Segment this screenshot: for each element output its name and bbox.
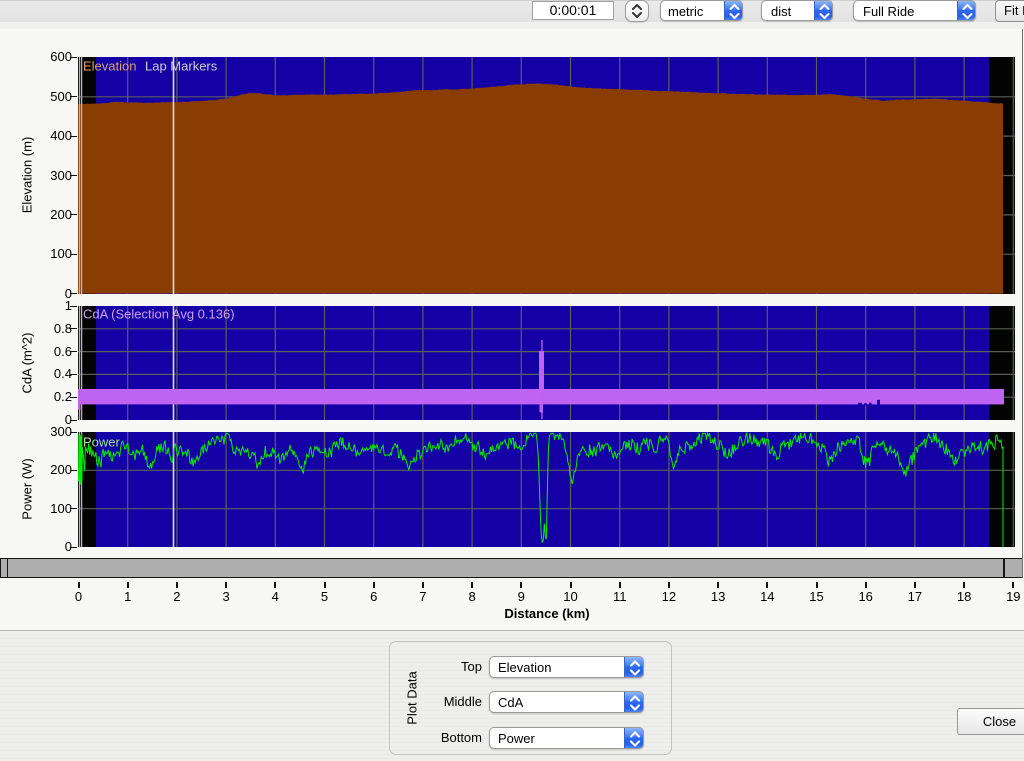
svg-text:Elevation: Elevation xyxy=(83,59,136,74)
svg-text:Power: Power xyxy=(83,435,121,450)
svg-text:CdA (Selection Avg 0.136): CdA (Selection Avg 0.136) xyxy=(83,307,235,322)
svg-text:Lap Markers: Lap Markers xyxy=(145,59,218,74)
